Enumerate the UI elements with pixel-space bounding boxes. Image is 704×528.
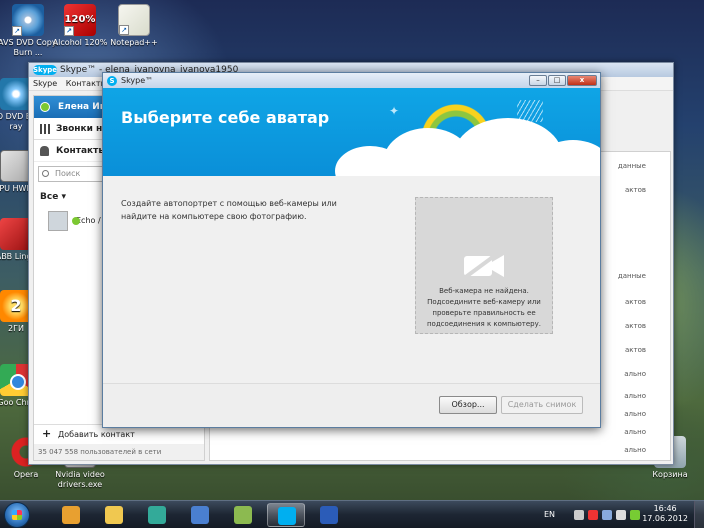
desktop-icon-label: Alcohol 120% [52,38,108,47]
tool-icon [234,506,252,524]
content-fragment: ально [624,370,646,378]
taskbar-app-button[interactable] [52,503,90,527]
webcam-preview: Веб-камера не найдена. Подсоедините веб-… [415,197,553,334]
taskbar: EN 16:46 17.06.2012 [0,500,704,528]
menu-skype[interactable]: Skype [33,79,57,88]
content-fragment: ально [624,428,646,436]
skype-logo: Skype [33,64,58,75]
content-fragment: актов [624,322,646,330]
close-button[interactable]: x [567,75,597,86]
alcohol-icon: 120% ↗ [64,4,96,36]
dialog-titlebar[interactable]: S Skype™ – □ x [103,73,600,88]
user-name: Елена Ив [58,102,106,112]
add-contact-label: Добавить контакт [58,430,135,439]
avs-dvd-icon: ↗ [12,4,44,36]
clock[interactable]: 16:46 17.06.2012 [642,504,688,524]
volume-icon[interactable] [616,510,626,520]
content-fragment: данные [617,162,646,170]
webcam-off-icon [461,250,504,280]
contacts-label: Контакты [56,146,107,156]
start-button[interactable] [4,502,30,528]
network-icon[interactable] [602,510,612,520]
online-status-icon [40,102,50,112]
content-fragment: ально [624,410,646,418]
desktop-icon-label: Корзина [652,470,688,479]
avatar [48,211,68,231]
window-controls: – □ x [528,75,597,86]
taskbar-app-button[interactable] [310,503,348,527]
tray-icon[interactable] [588,510,598,520]
desktop-icon-label: Nvidia video drivers.exe [55,470,105,489]
taskbar-app-button[interactable] [138,503,176,527]
tray-icon[interactable] [630,510,640,520]
explorer-icon [105,506,123,524]
calls-label: Звонки на [56,124,109,134]
sparkle-icon: ✦ [389,104,400,118]
clock-date: 17.06.2012 [642,514,688,523]
taskbar-app-button[interactable] [95,503,133,527]
media-player-icon [62,506,80,524]
dialpad-icon [40,124,50,134]
dialog-instructions: Создайте автопортрет с помощью веб-камер… [121,199,337,221]
desktop: ↗ AVS DVD Copy. Burn ... 120% ↗ Alcohol 1… [0,0,704,500]
dialog-heading: Выберите себе аватар [121,108,330,127]
content-fragment: данные [617,272,646,280]
take-snapshot-button[interactable]: Сделать снимок [501,396,583,414]
content-fragment: актов [624,186,646,194]
add-person-icon: + [42,427,52,440]
content-fragment: актов [624,298,646,306]
person-icon [40,146,49,156]
webcam-not-found-message: Веб-камера не найдена. Подсоедините веб-… [426,287,541,328]
desktop-icon-label: Notepad++ [110,38,158,47]
users-online-count: 35 047 558 пользователей в сети [34,444,204,460]
clock-time: 16:46 [653,504,677,513]
desktop-icon-label: Opera [13,470,39,479]
chrome-icon [148,506,166,524]
desktop-icon-alcohol[interactable]: 120% ↗ Alcohol 120% [50,4,110,48]
taskbar-app-button[interactable] [181,503,219,527]
choose-avatar-dialog[interactable]: S Skype™ – □ x Выберите себе аватар ✦ Созд… [102,72,601,428]
maximize-button[interactable]: □ [548,75,566,86]
skype-icon [278,507,296,525]
dialog-banner: Выберите себе аватар ✦ [103,88,600,176]
content-fragment: ально [624,392,646,400]
desktop-icon-notepad[interactable]: ↗ Notepad++ [104,4,164,48]
browse-button[interactable]: Обзор... [439,396,497,414]
taskbar-app-button[interactable] [267,503,305,527]
show-desktop-button[interactable] [694,501,704,528]
word-icon [320,506,338,524]
language-indicator[interactable]: EN [544,510,555,519]
menu-contacts[interactable]: Контакты [66,79,107,88]
system-tray: EN 16:46 17.06.2012 [534,501,704,528]
content-fragment: актов [624,346,646,354]
dialog-title: Skype™ [121,76,154,85]
minimize-button[interactable]: – [529,75,547,86]
tray-icon[interactable] [574,510,584,520]
taskbar-app-button[interactable] [224,503,262,527]
notepad-icon: ↗ [118,4,150,36]
search-placeholder: Поиск [55,169,81,178]
content-fragment: ально [624,446,646,454]
network-icon [191,506,209,524]
skype-logo-icon: S [107,76,117,86]
online-status-icon [72,217,80,225]
dialog-footer: Обзор... Сделать снимок [103,383,600,427]
search-icon [42,170,49,177]
